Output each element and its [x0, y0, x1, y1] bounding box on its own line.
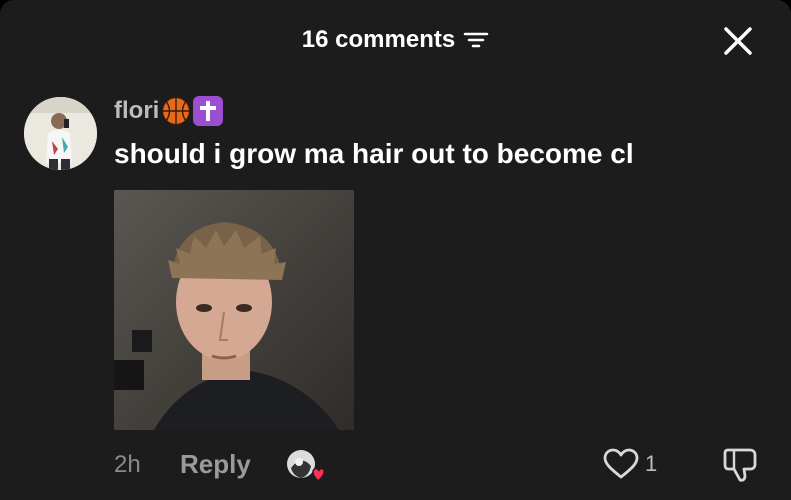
comment-username[interactable]: flori — [114, 97, 159, 125]
close-button[interactable] — [723, 26, 753, 56]
like-button[interactable]: 1 — [603, 448, 657, 480]
comments-header: 16 comments — [0, 26, 791, 54]
comment-timestamp: 2h — [114, 451, 141, 478]
commenter-avatar[interactable] — [24, 97, 97, 170]
latin-cross-icon — [193, 96, 224, 126]
thumbs-down-icon — [723, 448, 757, 482]
creator-liked-badge — [285, 448, 325, 484]
sort-filter-icon[interactable] — [463, 29, 489, 51]
comment-text: should i grow ma hair out to become cl — [114, 138, 634, 169]
close-icon — [724, 27, 752, 55]
dislike-button[interactable] — [722, 447, 762, 483]
like-count: 1 — [645, 451, 658, 476]
comment-attached-photo[interactable] — [114, 190, 354, 430]
comment-username-row: flori — [114, 96, 224, 126]
reply-button[interactable]: Reply — [180, 449, 251, 480]
comments-sheet: 16 comments flori should i grow ma hair … — [0, 0, 791, 500]
heart-outline-icon — [603, 448, 639, 479]
comment-count-title: 16 comments — [301, 26, 456, 53]
basketball-icon — [161, 96, 191, 126]
